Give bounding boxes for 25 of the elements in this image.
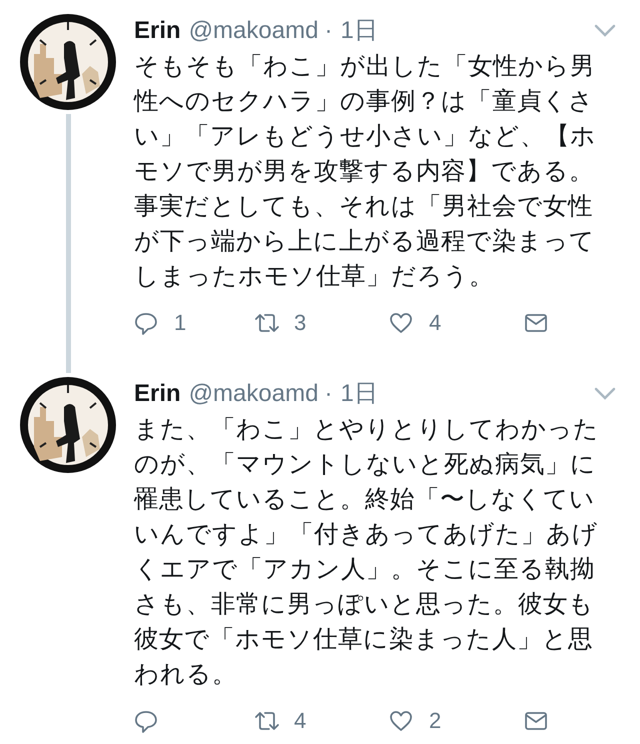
separator-dot: · [324, 380, 332, 408]
retweet-icon[interactable] [254, 311, 280, 335]
heart-icon[interactable] [389, 311, 415, 335]
tweet-text: また、「わこ」とやりとりしてわかったのが、「マウントしないと死ぬ病気」に罹患していること。終始「〜しなくていいんですよ」「付きあってあげた」あげくエアで「アカン人」。そこに至る執拗さも、非常に男っぽいと思った。彼女も彼女で「ホモソ仕草に染まった人」と思われる。 [134, 413, 600, 690]
reply-count: 1 [174, 310, 186, 336]
tweet-text: そもそも「わこ」が出した「女性から男性へのセクハラ」の事例？は「童貞くさい」「アレもどうせ小さい」など、【ホモソで男が男を攻撃する内容】である。事実だとしても、それは「男社会で女性が下っ端から上に上がる過程で染まってしまったホモソ仕草」だろう。 [134, 50, 597, 292]
retweet-count: 4 [294, 708, 306, 734]
user-handle[interactable]: @makoamd [188, 17, 318, 45]
avatar-icon[interactable] [20, 14, 116, 110]
avatar-icon[interactable] [20, 377, 116, 473]
heart-icon[interactable] [389, 709, 415, 733]
user-name[interactable]: Erin [134, 17, 181, 45]
like-count: 2 [429, 708, 442, 734]
reply-icon[interactable] [134, 311, 160, 335]
mail-icon[interactable] [524, 709, 550, 733]
separator-dot: · [324, 17, 332, 45]
user-handle[interactable]: @makoamd [188, 380, 318, 408]
user-name[interactable]: Erin [134, 380, 181, 408]
tweet-time[interactable]: 1日 [340, 377, 378, 409]
retweet-count: 3 [294, 310, 306, 336]
retweet-icon[interactable] [254, 709, 280, 733]
tweet-time[interactable]: 1日 [340, 14, 378, 46]
reply-icon[interactable] [134, 709, 160, 733]
mail-icon[interactable] [524, 311, 550, 335]
like-count: 4 [429, 310, 442, 336]
